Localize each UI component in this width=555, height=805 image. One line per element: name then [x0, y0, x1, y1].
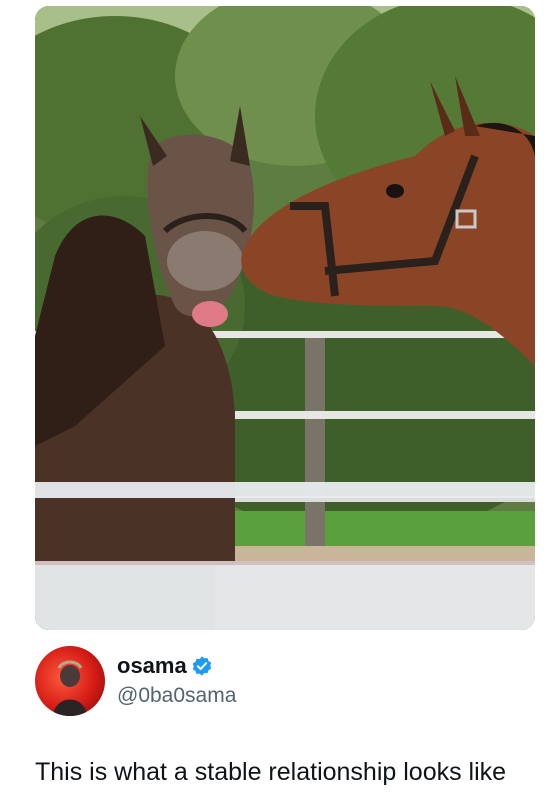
handle[interactable]: @0ba0sama [117, 682, 236, 710]
post-photo[interactable] [35, 6, 535, 630]
display-name[interactable]: osama [117, 652, 187, 680]
author-block[interactable]: osama @0ba0sama [35, 646, 236, 716]
name-row: osama [117, 652, 236, 680]
verified-badge-icon [191, 655, 213, 677]
horses-image [35, 6, 535, 630]
avatar-image [53, 660, 87, 716]
post-text: This is what a stable relationship looks… [35, 758, 507, 786]
avatar[interactable] [35, 646, 105, 716]
author-names: osama @0ba0sama [117, 652, 236, 710]
